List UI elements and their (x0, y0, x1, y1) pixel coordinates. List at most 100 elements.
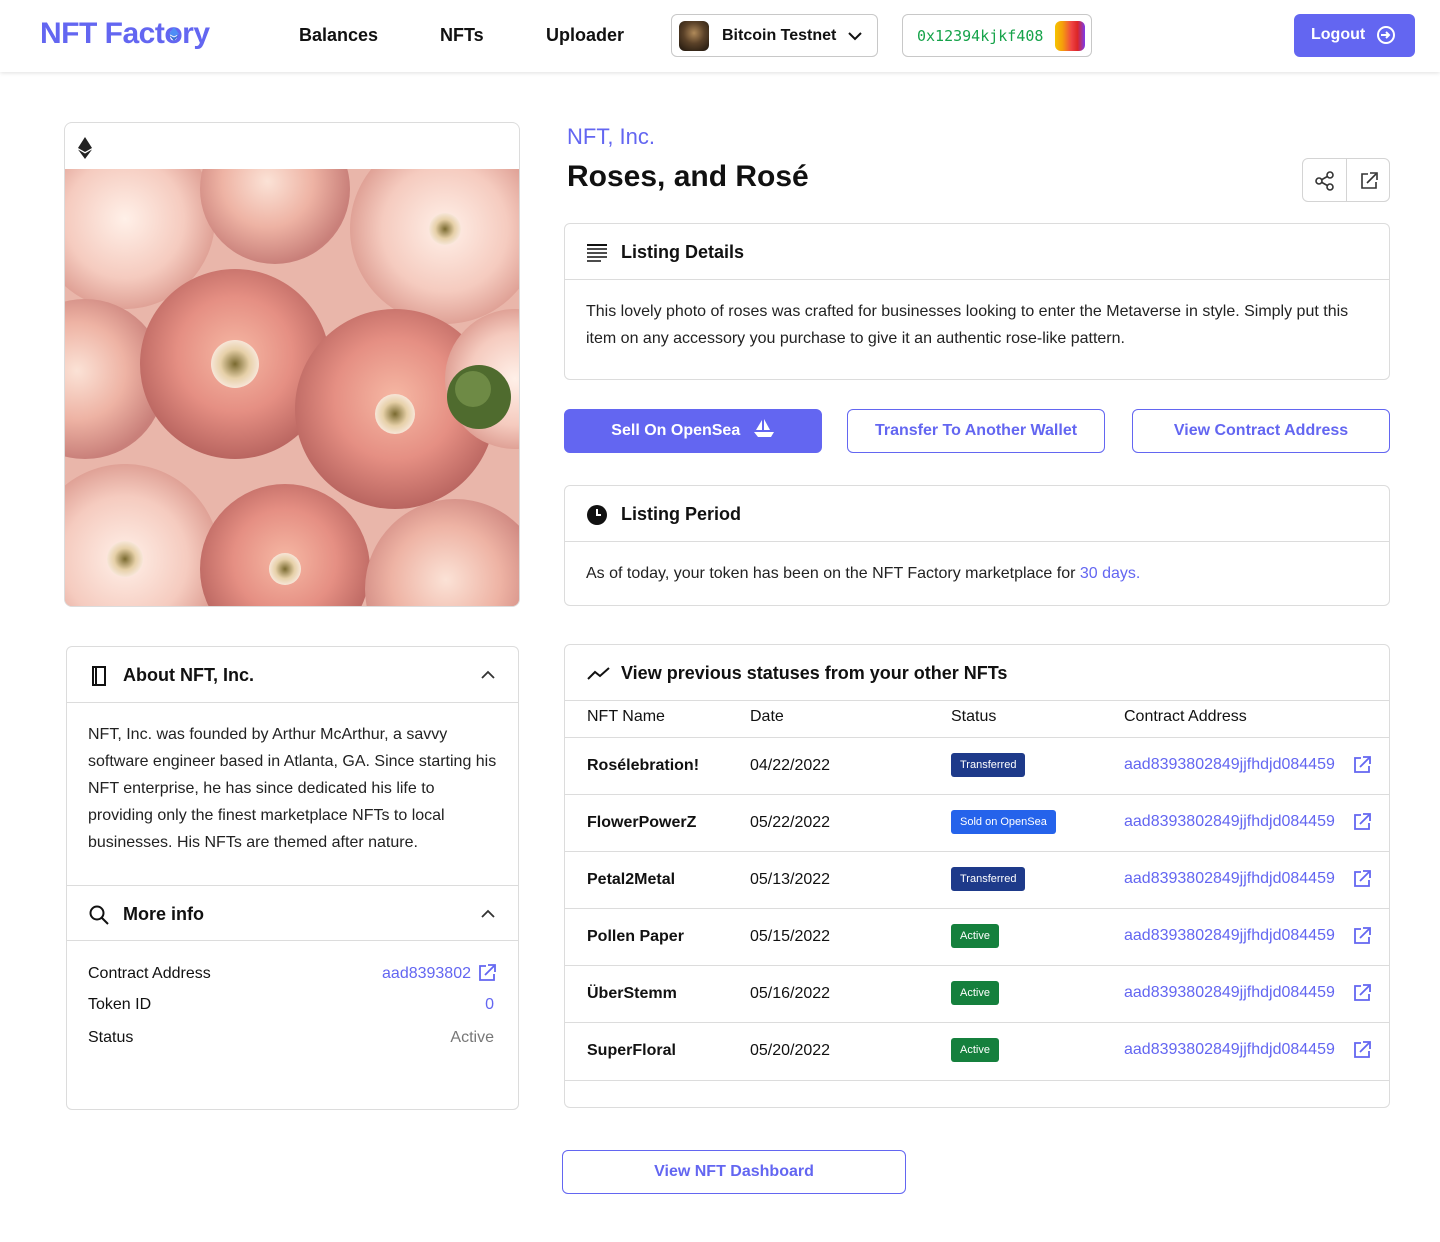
search-icon (89, 905, 109, 925)
col-date: Date (750, 708, 784, 725)
logout-arrow-icon (1377, 26, 1395, 44)
opensea-boat-icon (753, 418, 774, 437)
listing-period-header: Listing Period (565, 486, 1389, 542)
status-badge: Active (951, 1038, 999, 1062)
listing-period-title: Listing Period (621, 504, 742, 524)
status-badge: Active (951, 924, 999, 948)
date-cell: 05/13/2022 (750, 871, 831, 888)
divider (1346, 159, 1347, 201)
date-cell: 05/15/2022 (750, 928, 831, 945)
transfer-wallet-button[interactable]: Transfer To Another Wallet (847, 409, 1105, 453)
table-row[interactable]: SuperFloral 05/20/2022 Active aad8393802849… (565, 1022, 1389, 1079)
table-row[interactable]: Pollen Paper 05/15/2022 Active aad839380284… (565, 908, 1389, 965)
contract-address-link[interactable]: aad8393802849jjfhdjd084459 (1124, 870, 1335, 888)
nav-balances[interactable]: Balances (299, 25, 378, 46)
logo-text-part2: ry (182, 17, 210, 50)
nft-name-cell: FlowerPowerZ (587, 814, 697, 831)
about-panel: About NFT, Inc. NFT, Inc. was founded by… (66, 646, 519, 1110)
date-cell: 04/22/2022 (750, 757, 831, 774)
network-avatar (679, 21, 709, 51)
wallet-avatar (1055, 21, 1085, 51)
date-cell: 05/16/2022 (750, 985, 831, 1002)
listing-period-sentence: As of today, your token has been on the … (586, 565, 1076, 582)
table-row[interactable]: Rosélebration! 04/22/2022 Transferred aad83… (565, 737, 1389, 794)
nft-photo-roses[interactable] (65, 169, 519, 606)
external-link-icon[interactable] (1352, 869, 1372, 889)
contract-address-link[interactable]: aad8393802849jjfhdjd084459 (1124, 984, 1335, 1002)
wallet-address-badge[interactable]: 0x12394kjkf408 (902, 14, 1092, 57)
view-contract-button[interactable]: View Contract Address (1132, 409, 1390, 453)
external-link-icon[interactable] (1358, 170, 1380, 192)
external-link-icon[interactable] (1352, 926, 1372, 946)
listing-details-header: Listing Details (565, 224, 1389, 280)
nav-nfts[interactable]: NFTs (440, 25, 484, 46)
contract-address-value[interactable]: aad8393802 (382, 965, 471, 983)
clock-icon (587, 505, 607, 525)
nft-name-cell: ÜberStemm (587, 985, 677, 1002)
share-actions (1302, 158, 1390, 202)
wallet-address: 0x12394kjkf408 (917, 27, 1044, 45)
nft-image-card (64, 122, 520, 607)
top-nav-bar: NFT Factory Balances NFTs Uploader Bitco… (0, 0, 1440, 72)
table-bottom-border (565, 1080, 1389, 1081)
table-row[interactable]: FlowerPowerZ 05/22/2022 Sold on OpenSea aad… (565, 794, 1389, 851)
view-dashboard-button[interactable]: View NFT Dashboard (562, 1150, 906, 1194)
nft-name-cell: SuperFloral (587, 1042, 676, 1059)
contract-address-link[interactable]: aad8393802849jjfhdjd084459 (1124, 1041, 1335, 1059)
book-icon (92, 666, 106, 686)
col-status: Status (951, 708, 997, 725)
nft-name-cell: Rosélebration! (587, 757, 700, 774)
external-link-icon[interactable] (477, 963, 497, 983)
share-icon[interactable] (1314, 170, 1336, 192)
logout-label: Logout (1311, 26, 1366, 43)
about-description: NFT, Inc. was founded by Arthur McArthur… (88, 726, 497, 851)
contract-address-link[interactable]: aad8393802849jjfhdjd084459 (1124, 756, 1335, 774)
sell-on-opensea-button[interactable]: Sell On OpenSea (564, 409, 822, 453)
status-value: Active (450, 1029, 494, 1046)
more-info-title: More info (123, 904, 204, 924)
history-title: View previous statuses from your other N… (621, 663, 1008, 683)
external-link-icon[interactable] (1352, 755, 1372, 775)
about-header[interactable]: About NFT, Inc. (67, 647, 518, 703)
nft-name-cell: Petal2Metal (587, 871, 676, 888)
col-contract-address: Contract Address (1124, 708, 1247, 725)
logout-button[interactable]: Logout (1294, 14, 1415, 57)
listing-details-panel: Listing Details This lovely photo of ros… (564, 223, 1390, 380)
network-selector[interactable]: Bitcoin Testnet (671, 14, 878, 57)
external-link-icon[interactable] (1352, 983, 1372, 1003)
external-link-icon[interactable] (1352, 812, 1372, 832)
chevron-up-icon[interactable] (480, 908, 496, 920)
nav-uploader[interactable]: Uploader (546, 25, 624, 46)
contract-address-label: Contract Address (88, 965, 211, 982)
contract-address-link[interactable]: aad8393802849jjfhdjd084459 (1124, 813, 1335, 831)
nft-name-cell: Pollen Paper (587, 928, 684, 945)
more-info-header[interactable]: More info (67, 885, 518, 941)
listing-description: This lovely photo of roses was crafted f… (586, 303, 1349, 347)
listing-details-title: Listing Details (621, 242, 745, 262)
about-title: About NFT, Inc. (123, 665, 254, 685)
contract-address-link[interactable]: aad8393802849jjfhdjd084459 (1124, 927, 1335, 945)
nft-brand[interactable]: NFT, Inc. (567, 124, 655, 150)
date-cell: 05/22/2022 (750, 814, 831, 831)
listing-period-panel: Listing Period As of today, your token h… (564, 485, 1390, 606)
history-header: View previous statuses from your other N… (565, 645, 1389, 701)
listing-period-text: As of today, your token has been on the … (586, 560, 1376, 587)
token-id-label: Token ID (88, 996, 152, 1013)
date-cell: 05/20/2022 (750, 1042, 831, 1059)
table-row[interactable]: Petal2Metal 05/13/2022 Transferred aad83938… (565, 851, 1389, 908)
status-badge: Transferred (951, 753, 1026, 777)
status-badge: Transferred (951, 867, 1026, 891)
logo-text-part1: NFT Fact (40, 17, 165, 50)
external-link-icon[interactable] (1352, 1040, 1372, 1060)
status-badge: Sold on OpenSea (951, 810, 1056, 834)
chevron-up-icon[interactable] (480, 669, 496, 681)
ethereum-icon (78, 137, 92, 159)
text-lines-icon (587, 244, 607, 262)
app-logo[interactable]: NFT Factory (40, 17, 210, 51)
chevron-down-icon (848, 32, 862, 41)
table-row[interactable]: ÜberStemm 05/16/2022 Active aad8393802849jj… (565, 965, 1389, 1022)
network-label: Bitcoin Testnet (722, 27, 837, 44)
token-id-value: 0 (485, 996, 494, 1013)
status-label: Status (88, 1029, 134, 1046)
history-panel: View previous statuses from your other N… (564, 644, 1390, 1108)
